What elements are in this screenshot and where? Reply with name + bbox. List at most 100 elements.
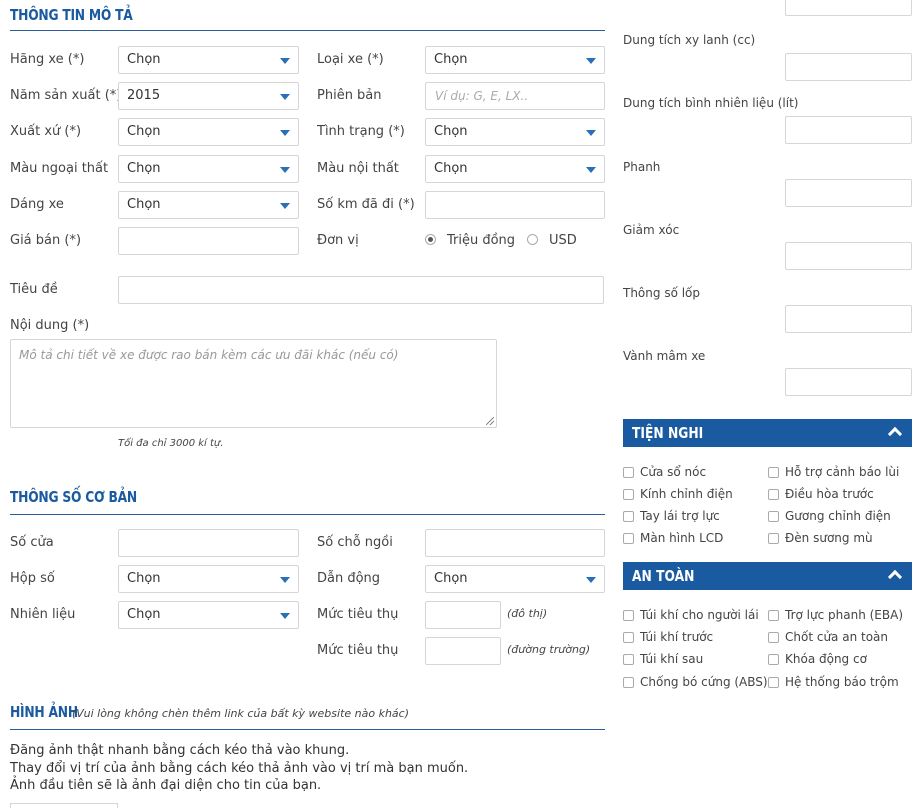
- chevron-up-icon[interactable]: [887, 426, 903, 442]
- mau-ngoai-label: Màu ngoại thất: [10, 161, 109, 176]
- dung-tich-binh-input[interactable]: [785, 116, 912, 144]
- checkbox-khoa-dong-co[interactable]: [768, 654, 779, 665]
- tieu-de-input[interactable]: [118, 276, 604, 304]
- giam-xoc-label: Giảm xóc: [623, 223, 680, 237]
- dung-tich-xy-lanh-input[interactable]: [785, 53, 912, 81]
- loai-xe-select[interactable]: Chọn: [425, 46, 605, 74]
- checkbox-guong-chinh-dien[interactable]: [768, 511, 779, 522]
- upload-dropzone[interactable]: [10, 803, 118, 808]
- checkbox-label: Màn hình LCD: [640, 531, 724, 545]
- hop-so-value: Chọn: [127, 571, 161, 586]
- chevron-down-icon: [586, 130, 596, 136]
- tieu-de-label: Tiêu đề: [10, 282, 58, 297]
- checkbox-label: Kính chỉnh điện: [640, 487, 733, 501]
- chevron-down-icon: [280, 167, 290, 173]
- spec-input-top[interactable]: [785, 0, 912, 16]
- checkbox-chot-cua-an-toan[interactable]: [768, 632, 779, 643]
- checkbox-tui-khi-sau[interactable]: [623, 654, 634, 665]
- tien-nghi-title: TIỆN NGHI: [632, 424, 704, 442]
- mau-noi-label: Màu nội thất: [317, 161, 399, 176]
- checkbox-den-suong-mu[interactable]: [768, 533, 779, 544]
- dan-dong-value: Chọn: [434, 571, 468, 586]
- section-title-co-ban: THÔNG SỐ CƠ BẢN: [10, 488, 137, 506]
- noi-dung-textarea[interactable]: Mô tả chi tiết về xe được rao bán kèm cá…: [10, 339, 497, 428]
- hinh-anh-note: (Vui lòng không chèn thêm link của bất k…: [72, 707, 410, 720]
- chevron-down-icon: [586, 58, 596, 64]
- chevron-down-icon: [280, 130, 290, 136]
- noi-dung-placeholder: Mô tả chi tiết về xe được rao bán kèm cá…: [19, 348, 399, 362]
- loai-xe-label: Loại xe (*): [317, 52, 384, 67]
- hop-so-select[interactable]: Chọn: [118, 565, 299, 593]
- hang-xe-label: Hãng xe (*): [10, 52, 85, 67]
- checkbox-he-thong-bao-trom[interactable]: [768, 677, 779, 688]
- hinh-anh-line-2: Thay đổi vị trí của ảnh bằng cách kéo th…: [10, 761, 469, 776]
- checkbox-kinh-chinh-dien[interactable]: [623, 489, 634, 500]
- checkbox-dieu-hoa-truoc[interactable]: [768, 489, 779, 500]
- hinh-anh-line-1: Đăng ảnh thật nhanh bằng cách kéo thả và…: [10, 743, 350, 758]
- radio-trieu-dong[interactable]: [425, 234, 436, 245]
- nam-sx-label: Năm sản xuất (*): [10, 88, 122, 103]
- mau-noi-select[interactable]: Chọn: [425, 155, 605, 183]
- muc-tieu-thu-duong-truong-label: Mức tiêu thụ: [317, 643, 399, 658]
- checkbox-ho-tro-canh-bao-lui[interactable]: [768, 467, 779, 478]
- chevron-down-icon: [280, 203, 290, 209]
- checkbox-tay-lai-tro-luc[interactable]: [623, 511, 634, 522]
- phien-ban-label: Phiên bản: [317, 88, 382, 103]
- checkbox-label: Hỗ trợ cảnh báo lùi: [785, 465, 900, 479]
- dung-tich-binh-label: Dung tích bình nhiên liệu (lít): [623, 96, 799, 110]
- tinh-trang-label: Tình trạng (*): [317, 124, 405, 139]
- checkbox-tui-khi-nguoi-lai[interactable]: [623, 610, 634, 621]
- checkbox-label: Điều hòa trước: [785, 487, 874, 501]
- nhien-lieu-select[interactable]: Chọn: [118, 601, 299, 629]
- so-cua-input[interactable]: [118, 529, 299, 557]
- dang-xe-select[interactable]: Chọn: [118, 191, 299, 219]
- so-km-label: Số km đã đi (*): [317, 197, 415, 212]
- resize-grip-icon[interactable]: [486, 417, 494, 425]
- section-divider: [10, 729, 605, 730]
- so-cua-label: Số cửa: [10, 535, 54, 550]
- section-divider: [10, 30, 605, 31]
- chevron-down-icon: [586, 167, 596, 173]
- dang-xe-value: Chọn: [127, 197, 161, 212]
- checkbox-man-hinh-lcd[interactable]: [623, 533, 634, 544]
- checkbox-cua-so-noc[interactable]: [623, 467, 634, 478]
- muc-tieu-thu-duong-truong-input[interactable]: [425, 637, 501, 665]
- phien-ban-input[interactable]: Ví dụ: G, E, LX..: [425, 82, 605, 110]
- mau-noi-value: Chọn: [434, 161, 468, 176]
- section-title-hinh-anh-wrap: HÌNH ẢNH (Vui lòng không chèn thêm link …: [10, 703, 409, 721]
- phanh-input[interactable]: [785, 179, 912, 207]
- checkbox-tro-luc-phanh[interactable]: [768, 610, 779, 621]
- thong-so-lop-input[interactable]: [785, 305, 912, 333]
- muc-tieu-thu-do-thi-input[interactable]: [425, 601, 501, 629]
- nam-sx-value: 2015: [127, 88, 161, 103]
- checkbox-label: Cửa sổ nóc: [640, 465, 707, 479]
- checkbox-label: Chống bó cứng (ABS): [640, 675, 768, 689]
- checkbox-label: Tay lái trợ lực: [640, 509, 720, 523]
- checkbox-chong-bo-cung[interactable]: [623, 677, 634, 688]
- muc-tieu-thu-do-thi-label: Mức tiêu thụ: [317, 607, 399, 622]
- hang-xe-select[interactable]: Chọn: [118, 46, 299, 74]
- nhien-lieu-value: Chọn: [127, 607, 161, 622]
- so-cho-input[interactable]: [425, 529, 605, 557]
- hang-xe-value: Chọn: [127, 52, 161, 67]
- tien-nghi-header[interactable]: TIỆN NGHI: [623, 419, 912, 447]
- so-km-input[interactable]: [425, 191, 605, 219]
- mau-ngoai-select[interactable]: Chọn: [118, 155, 299, 183]
- tinh-trang-select[interactable]: Chọn: [425, 118, 605, 146]
- xuat-xu-select[interactable]: Chọn: [118, 118, 299, 146]
- don-vi-label: Đơn vị: [317, 233, 359, 248]
- thong-so-lop-label: Thông số lốp: [623, 286, 701, 300]
- chevron-down-icon: [280, 577, 290, 583]
- vanh-mam-input[interactable]: [785, 368, 912, 396]
- nam-sx-select[interactable]: 2015: [118, 82, 299, 110]
- an-toan-header[interactable]: AN TOÀN: [623, 562, 912, 590]
- section-divider: [10, 514, 605, 515]
- chevron-up-icon[interactable]: [887, 569, 903, 585]
- checkbox-tui-khi-truoc[interactable]: [623, 632, 634, 643]
- giam-xoc-input[interactable]: [785, 242, 912, 270]
- checkbox-label: Gương chỉnh điện: [785, 509, 891, 523]
- radio-usd[interactable]: [527, 234, 538, 245]
- gia-ban-input[interactable]: [118, 227, 299, 255]
- unit-do-thi: (đô thị): [507, 607, 548, 620]
- dan-dong-select[interactable]: Chọn: [425, 565, 605, 593]
